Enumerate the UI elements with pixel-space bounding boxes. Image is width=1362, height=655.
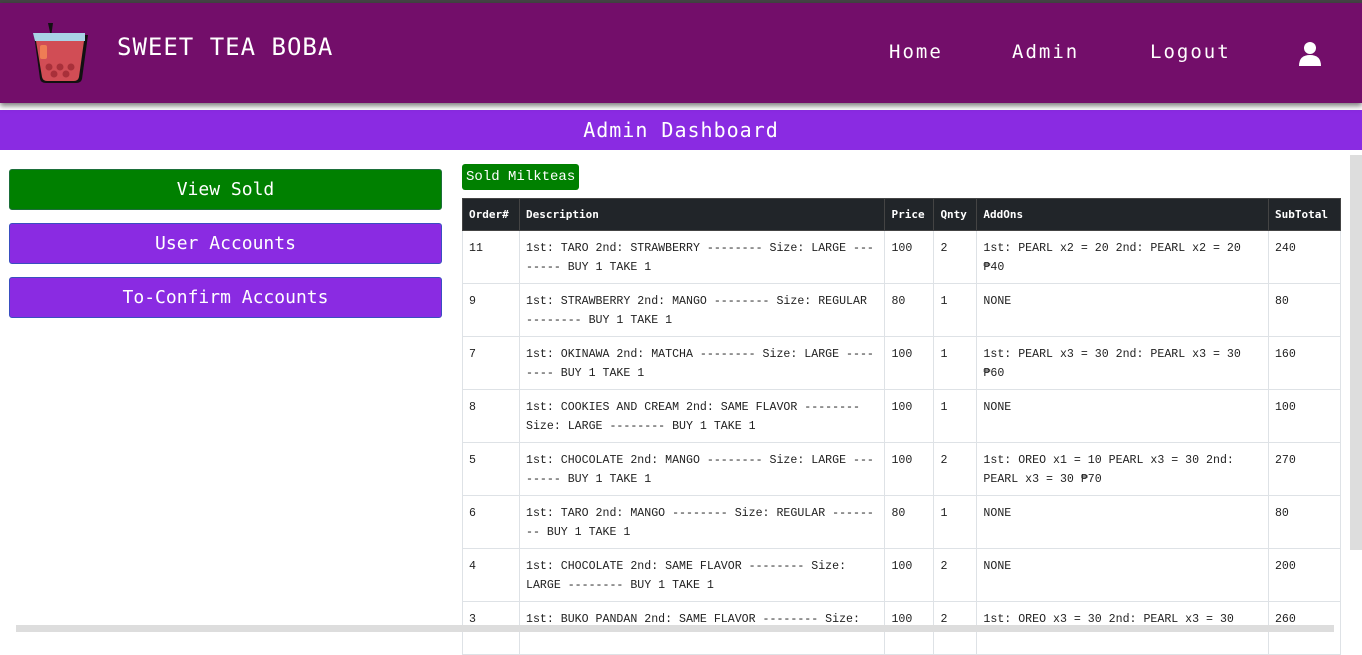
table-cell: NONE — [976, 283, 1269, 337]
vertical-scrollbar[interactable] — [1350, 155, 1362, 550]
user-accounts-button[interactable]: User Accounts — [9, 223, 442, 264]
table-cell: 7 — [462, 336, 520, 390]
nav-admin[interactable]: Admin — [1012, 41, 1079, 63]
table-header-row: Order# Description Price Qnty AddOns SubTotal — [462, 198, 1342, 231]
nav-logout[interactable]: Logout — [1150, 41, 1231, 63]
table-row: 6 1st: TARO 2nd: MANGO -------- Size: REG… — [462, 495, 1342, 549]
table-cell: 80 — [884, 283, 935, 337]
nav-home[interactable]: Home — [889, 41, 943, 63]
to-confirm-accounts-button[interactable]: To-Confirm Accounts — [9, 277, 442, 318]
table-cell: 1 — [933, 336, 978, 390]
table-row: 9 1st: STRAWBERRY 2nd: MANGO -------- Siz… — [462, 283, 1342, 337]
table-row: 7 1st: OKINAWA 2nd: MATCHA -------- Size:… — [462, 336, 1342, 390]
table-cell: 1st: CHOCOLATE 2nd: MANGO -------- Size:… — [518, 442, 886, 496]
table-cell: 1 — [933, 389, 978, 443]
table-cell: 1 — [933, 283, 978, 337]
table-cell: 1st: STRAWBERRY 2nd: MANGO -------- Size… — [518, 283, 886, 337]
table-cell: 1st: TARO 2nd: STRAWBERRY -------- Size:… — [518, 230, 886, 284]
table-cell: 100 — [884, 389, 935, 443]
table-cell: 8 — [462, 389, 520, 443]
column-header: Order# — [462, 198, 520, 231]
table-cell: 80 — [1267, 495, 1342, 549]
horizontal-scrollbar[interactable] — [16, 625, 1334, 632]
sold-milkteas-badge: Sold Milkteas — [462, 164, 580, 190]
table-cell: 270 — [1267, 442, 1342, 496]
table-cell: 1st: PEARL x2 = 20 2nd: PEARL x2 = 20 ₱4… — [976, 230, 1269, 284]
table-cell: 80 — [884, 495, 935, 549]
boba-cup-logo — [33, 23, 88, 83]
table-cell: NONE — [976, 548, 1269, 602]
table-cell: 100 — [884, 548, 935, 602]
table-row: 11 1st: TARO 2nd: STRAWBERRY -------- Siz… — [462, 230, 1342, 284]
table-cell: 1st: OREO x1 = 10 PEARL x3 = 30 2nd: PEA… — [976, 442, 1269, 496]
table-row: 8 1st: COOKIES AND CREAM 2nd: SAME FLAVOR… — [462, 389, 1342, 443]
table-row: 5 1st: CHOCOLATE 2nd: MANGO -------- Size… — [462, 442, 1342, 496]
table-cell: 160 — [1267, 336, 1342, 390]
table-cell: 11 — [462, 230, 520, 284]
table-cell: 5 — [462, 442, 520, 496]
table-cell: 200 — [1267, 548, 1342, 602]
column-header: Description — [518, 198, 886, 231]
table-cell: 4 — [462, 548, 520, 602]
table-cell: 80 — [1267, 283, 1342, 337]
table-cell: 1st: PEARL x3 = 30 2nd: PEARL x3 = 30 ₱6… — [976, 336, 1269, 390]
view-sold-button[interactable]: View Sold — [9, 169, 442, 210]
column-header: Price — [884, 198, 935, 231]
table-row: 4 1st: CHOCOLATE 2nd: SAME FLAVOR -------… — [462, 548, 1342, 602]
table-cell: 1st: COOKIES AND CREAM 2nd: SAME FLAVOR … — [518, 389, 886, 443]
table-cell: NONE — [976, 495, 1269, 549]
table-cell: 100 — [884, 336, 935, 390]
table-cell: 240 — [1267, 230, 1342, 284]
table-cell: 9 — [462, 283, 520, 337]
user-icon[interactable] — [1298, 41, 1322, 67]
brand-title[interactable]: SWEET TEA BOBA — [117, 33, 333, 61]
table-cell: 2 — [933, 548, 978, 602]
page-title: Admin Dashboard — [0, 110, 1362, 150]
table-cell: 100 — [1267, 389, 1342, 443]
table-cell: 1st: OKINAWA 2nd: MATCHA -------- Size: … — [518, 336, 886, 390]
table-cell: 1st: TARO 2nd: MANGO -------- Size: REGU… — [518, 495, 886, 549]
table-cell: 1 — [933, 495, 978, 549]
table-cell: 1st: CHOCOLATE 2nd: SAME FLAVOR --------… — [518, 548, 886, 602]
navbar: SWEET TEA BOBA Home Admin Logout — [0, 3, 1362, 103]
sold-milkteas-table: Order# Description Price Qnty AddOns SubTotal… — [462, 198, 1342, 655]
table-cell: 2 — [933, 230, 978, 284]
table-cell: 100 — [884, 442, 935, 496]
column-header: AddOns — [976, 198, 1269, 231]
column-header: Qnty — [933, 198, 978, 231]
table-cell: 6 — [462, 495, 520, 549]
column-header: SubTotal — [1267, 198, 1342, 231]
table-cell: 2 — [933, 442, 978, 496]
table-cell: NONE — [976, 389, 1269, 443]
table-cell: 100 — [884, 230, 935, 284]
